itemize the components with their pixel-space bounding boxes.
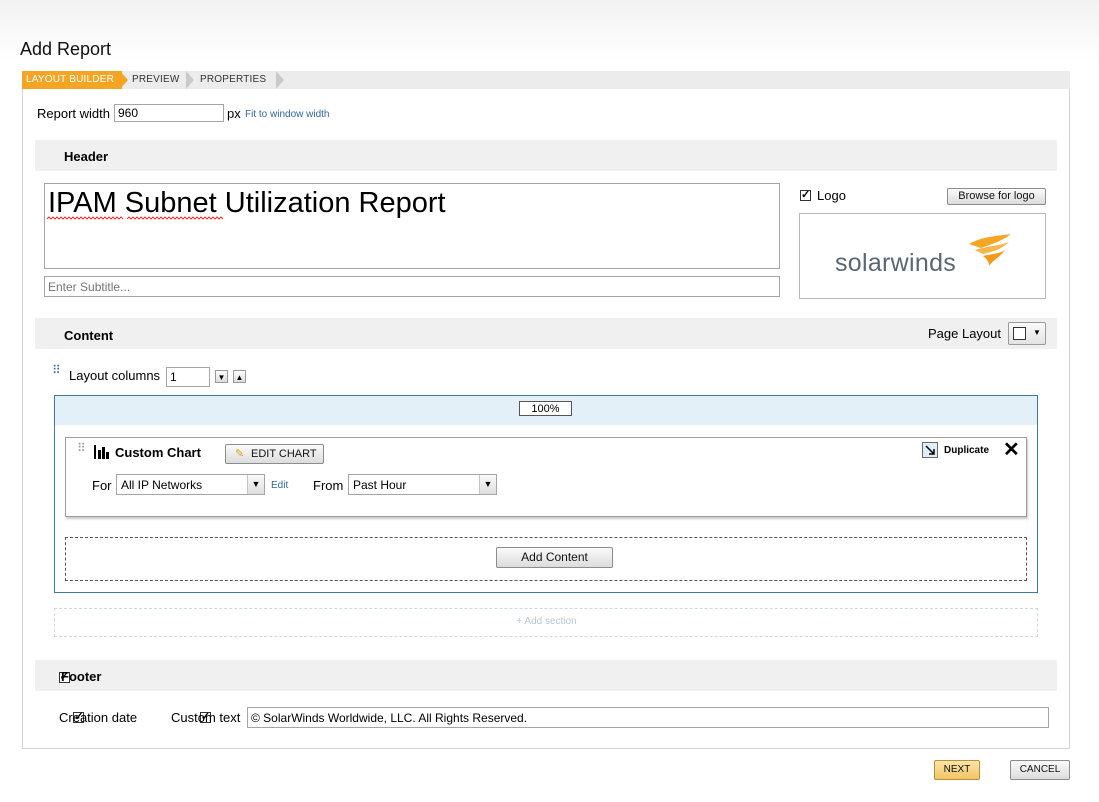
resource-drag-handle-icon[interactable]: ⠿: [77, 442, 86, 454]
logo-checkbox[interactable]: [800, 188, 811, 201]
add-content-button[interactable]: Add Content: [496, 547, 613, 568]
browse-logo-button[interactable]: Browse for logo: [947, 188, 1046, 205]
header-section-title: Header: [64, 149, 109, 164]
report-width-input[interactable]: [114, 104, 224, 122]
from-select[interactable]: Past Hour ▼: [348, 474, 497, 495]
pencil-icon: ✎: [235, 448, 245, 460]
edit-chart-label: EDIT CHART: [251, 448, 317, 460]
tab-properties[interactable]: PROPERTIES: [200, 71, 266, 89]
increment-columns-button[interactable]: ▲: [233, 370, 246, 383]
custom-text-label: Custom text: [171, 710, 241, 725]
for-select[interactable]: All IP Networks ▼: [116, 474, 265, 495]
decrement-columns-button[interactable]: ▼: [215, 370, 228, 383]
chevron-down-icon: ▼: [247, 475, 264, 494]
fit-to-window-link[interactable]: Fit to window width: [245, 109, 329, 120]
tab-arrow: [276, 71, 284, 89]
tab-layout-builder[interactable]: LAYOUT BUILDER: [22, 71, 123, 89]
footer-section-title: Footer: [61, 669, 102, 684]
report-width-unit: px: [227, 106, 241, 121]
page-layout-dropdown[interactable]: ▼: [1008, 322, 1046, 345]
logo-label: Logo: [817, 188, 846, 203]
cancel-button[interactable]: CANCEL: [1010, 760, 1070, 780]
tab-arrow: [120, 71, 128, 89]
drag-handle-icon[interactable]: ⠿: [52, 364, 61, 376]
next-button[interactable]: NEXT: [934, 760, 980, 780]
content-section-band: [35, 318, 1057, 349]
chevron-down-icon: ▼: [1033, 328, 1041, 337]
layout-preview-icon: [1013, 327, 1026, 340]
footer-section-band: [35, 660, 1057, 691]
solarwinds-logo-text: solarwinds: [835, 249, 957, 277]
subtitle-input[interactable]: [44, 276, 780, 297]
custom-text-input[interactable]: [247, 707, 1049, 728]
bar-chart-icon: [94, 445, 109, 459]
chevron-down-icon: ▼: [479, 475, 496, 494]
content-section-title: Content: [64, 328, 114, 343]
wizard-tabs: LAYOUT BUILDER PREVIEW PROPERTIES: [22, 71, 1070, 90]
arrow-icon: [925, 445, 935, 455]
duplicate-icon[interactable]: [922, 442, 938, 458]
page-layout-label: Page Layout: [928, 326, 1002, 341]
add-section-link[interactable]: + Add section: [0, 616, 1093, 627]
for-label: For: [92, 478, 112, 493]
layout-columns-label: Layout columns: [69, 368, 161, 383]
column-width-input[interactable]: 100%: [519, 401, 572, 416]
edit-chart-button[interactable]: ✎ EDIT CHART: [225, 444, 324, 464]
spellcheck-underline: [47, 216, 223, 220]
header-section-band: [35, 140, 1057, 171]
tab-preview[interactable]: PREVIEW: [132, 71, 180, 89]
close-icon[interactable]: ✕: [1003, 437, 1020, 462]
page-title: Add Report: [20, 39, 112, 59]
duplicate-link[interactable]: Duplicate: [944, 445, 989, 456]
for-select-value: All IP Networks: [121, 478, 203, 492]
from-label: From: [313, 478, 344, 493]
report-width-label: Report width: [37, 106, 110, 121]
layout-columns-input[interactable]: [166, 367, 210, 387]
tab-arrow: [186, 71, 194, 89]
solarwinds-logo-icon: [969, 234, 1011, 266]
creation-date-label: Creation date: [59, 710, 138, 725]
edit-networks-link[interactable]: Edit: [271, 480, 288, 491]
from-select-value: Past Hour: [353, 478, 407, 492]
resource-title: Custom Chart: [115, 445, 201, 460]
